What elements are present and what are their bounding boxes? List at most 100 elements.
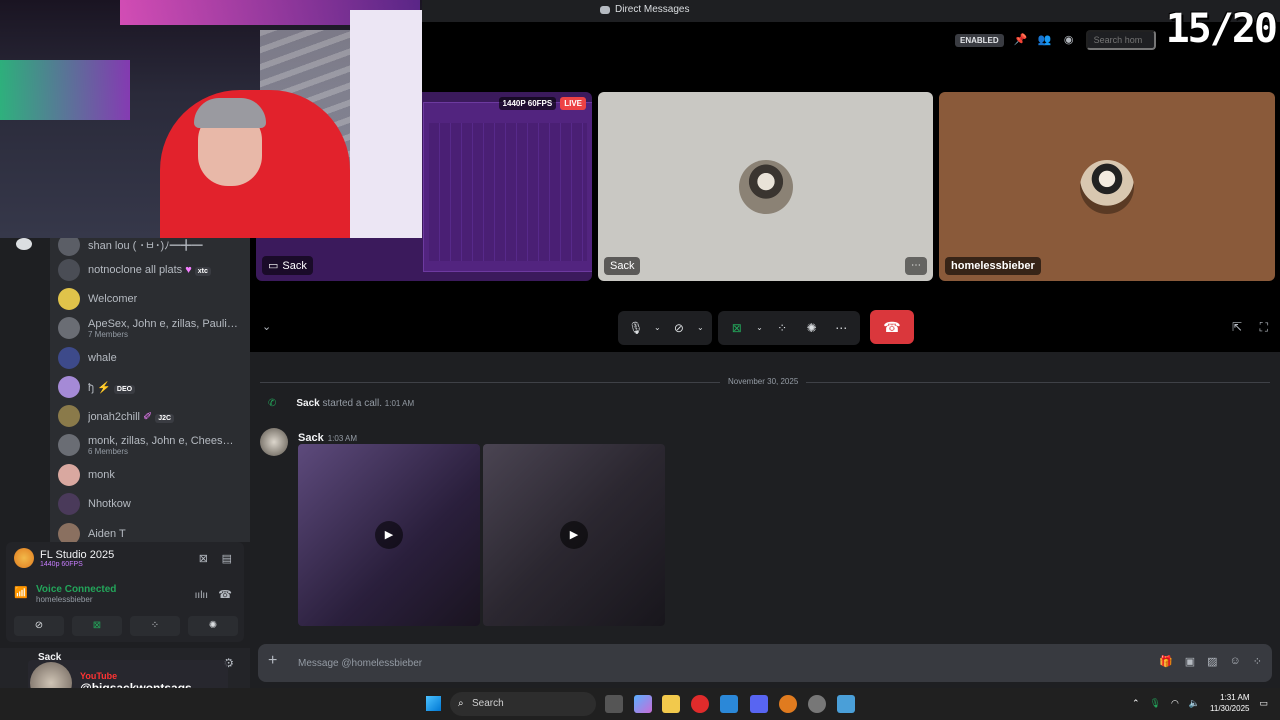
apps-icon[interactable]: ⁘ (1253, 655, 1262, 668)
popout-icon[interactable]: ⇱ (1232, 320, 1242, 334)
chevron-up-icon[interactable]: ⌃ (1132, 698, 1140, 709)
soundboard-icon[interactable]: ✺ (801, 317, 823, 339)
server-icon[interactable] (16, 238, 32, 250)
collapse-icon[interactable]: ⌄ (262, 320, 271, 333)
list-item[interactable]: Nhotkow (58, 493, 248, 515)
mic-camera-group: 🎙 ⌄ ⊘ ⌄ (618, 311, 712, 345)
gif-icon[interactable]: ▣ (1185, 655, 1195, 668)
stream-preview (423, 102, 592, 272)
message-composer: + 🎁 ▣ ▨ ☺ ⁘ (258, 644, 1272, 682)
avatar (738, 159, 793, 214)
dm-name: Welcomer (88, 293, 138, 305)
list-item[interactable]: notnoclone all plats ♥ xtc (58, 259, 248, 281)
play-icon[interactable]: ▶ (375, 521, 403, 549)
screen: Direct Messages ENABLED 📌 👥 ◉ 15/20 1440… (0, 0, 1280, 720)
screen-share-button[interactable]: ⊠ (72, 616, 122, 636)
participant-tile-sack[interactable]: Sack ⋯ (598, 92, 933, 281)
emoji-icon[interactable]: ☺ (1230, 655, 1241, 668)
list-item[interactable]: whale (58, 347, 248, 369)
popout-icon[interactable]: ▤ (222, 552, 232, 565)
enabled-badge[interactable]: ENABLED (955, 33, 1004, 47)
camera-off-icon[interactable]: ⊘ (669, 317, 689, 339)
enabled-label: ENABLED (960, 35, 999, 45)
activities-icon[interactable]: ⁘ (771, 317, 793, 339)
obs-icon[interactable] (808, 695, 826, 713)
wifi-icon[interactable]: ◠ (1171, 698, 1179, 709)
video-attachment[interactable]: ▶ (483, 444, 665, 626)
task-view-icon[interactable] (605, 695, 623, 713)
participant-nameplate: homelessbieber (945, 257, 1041, 275)
activities-button[interactable]: ⁘ (130, 616, 180, 636)
dm-name: monk, zillas, John e, CheeseW... (88, 434, 238, 447)
avatar[interactable] (260, 428, 288, 456)
microphone-icon[interactable]: 🎙 (626, 317, 646, 339)
heart-icon: ♥ (185, 264, 192, 276)
dm-name: monk (88, 469, 115, 481)
chevron-down-icon[interactable]: ⌄ (654, 317, 661, 339)
share-group: ⊠ ⌄ ⁘ ✺ ⋯ (718, 311, 860, 345)
dm-name: jonah2chill ✐ J2C (88, 410, 175, 423)
copilot-icon[interactable] (634, 695, 652, 713)
dm-name: notnoclone all plats ♥ xtc (88, 264, 211, 276)
opera-icon[interactable] (691, 695, 709, 713)
camera-button[interactable]: ⊘ (14, 616, 64, 636)
participant-tile-homelessbieber[interactable]: homelessbieber (939, 92, 1275, 281)
screen-share-icon[interactable]: ⊠ (726, 317, 748, 339)
avatar (58, 405, 80, 427)
avatar (58, 259, 80, 281)
store-icon[interactable] (720, 695, 738, 713)
led-light (0, 60, 130, 120)
list-item[interactable]: jonah2chill ✐ J2C (58, 405, 248, 427)
notification-icon[interactable]: ▭ (1259, 698, 1268, 709)
list-item[interactable]: Welcomer (58, 288, 248, 310)
video-attachment[interactable]: ▶ (298, 444, 480, 626)
list-item[interactable]: ђ ⚡ DEO (58, 376, 248, 398)
search-input[interactable] (1085, 30, 1156, 50)
call-controls: ⌄ 🎙 ⌄ ⊘ ⌄ ⊠ ⌄ ⁘ ✺ ⋯ ☎ ⇱ ⛶ (250, 310, 1280, 346)
phone-icon: ✆ (268, 398, 277, 409)
more-icon[interactable]: ⋯ (905, 257, 927, 275)
file-explorer-icon[interactable] (662, 695, 680, 713)
chevron-down-icon[interactable]: ⌄ (697, 317, 704, 339)
soundboard-button[interactable]: ✺ (188, 616, 238, 636)
hang-up-button[interactable]: ☎ (870, 310, 914, 344)
add-attachment-icon[interactable]: + (268, 652, 277, 670)
clock-date: 11/30/2025 (1210, 704, 1250, 713)
dm-name-text: jonah2chill (88, 410, 140, 423)
profile-icon[interactable]: ◉ (1062, 33, 1076, 47)
list-item[interactable]: monk, zillas, John e, CheeseW... 6 Member… (58, 434, 248, 456)
message-input[interactable] (298, 653, 1098, 673)
gift-icon[interactable]: 🎁 (1159, 655, 1173, 668)
list-item[interactable]: Aiden T (58, 523, 248, 542)
dm-list: shan lou ( ･ㅂ･)ﾉ━╋━ notnoclone all plats… (50, 238, 250, 542)
more-options-icon[interactable]: ⋯ (830, 317, 852, 339)
list-item[interactable]: shan lou ( ･ㅂ･)ﾉ━╋━ (58, 238, 248, 256)
dm-name: shan lou ( ･ㅂ･)ﾉ━╋━ (88, 240, 203, 252)
list-item[interactable]: ApeSex, John e, zillas, Paulie... 7 Membe… (58, 317, 248, 339)
fl-studio-icon[interactable] (779, 695, 797, 713)
progress-counter: 15/20 (1165, 6, 1278, 52)
stream-app-sub: 1440p 60FPS (40, 560, 83, 568)
clock[interactable]: 1:31 AM 11/30/2025 (1210, 692, 1249, 714)
chevron-down-icon[interactable]: ⌄ (756, 317, 764, 339)
windows-start-icon[interactable] (426, 696, 441, 711)
avatar (58, 376, 80, 398)
play-icon[interactable]: ▶ (560, 521, 588, 549)
fullscreen-icon[interactable]: ⛶ (1260, 320, 1268, 335)
mic-tray-icon[interactable]: 🎙 (1150, 698, 1161, 709)
discord-icon[interactable] (750, 695, 768, 713)
taskbar-search[interactable]: ⌕ Search (450, 692, 596, 716)
notepad-icon[interactable] (837, 695, 855, 713)
add-friend-icon[interactable]: 👥 (1038, 33, 1052, 47)
avatar (58, 464, 80, 486)
stop-stream-icon[interactable]: ⊠ (199, 552, 208, 565)
system-text: Sack started a call. 1:01 AM (296, 398, 414, 409)
sticker-icon[interactable]: ▨ (1207, 655, 1217, 668)
message-author[interactable]: Sack (298, 432, 324, 444)
pin-icon[interactable]: 📌 (1014, 33, 1028, 47)
system-name[interactable]: Sack (296, 398, 319, 409)
list-item[interactable]: monk (58, 464, 248, 486)
volume-icon[interactable]: 🔈 (1189, 698, 1200, 709)
disconnect-icon[interactable]: ☎ (218, 588, 232, 601)
noise-icon[interactable]: ıılıı (195, 590, 208, 601)
